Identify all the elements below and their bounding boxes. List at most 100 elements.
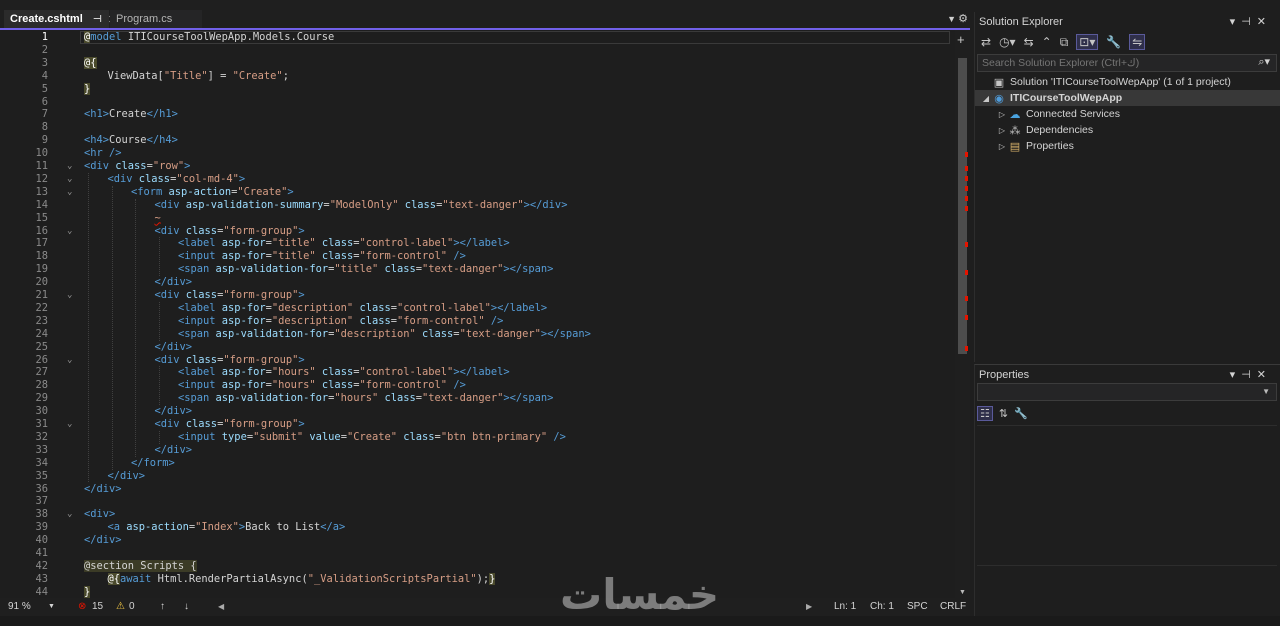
warning-icon[interactable]: ⚠ <box>116 601 125 612</box>
categorized-view-icon[interactable]: ☷ <box>977 405 993 421</box>
error-marker[interactable] <box>965 196 968 201</box>
properties-wrench-icon[interactable]: 🔧 <box>1106 35 1121 49</box>
panel-window-controls[interactable]: ▾⊣✕ <box>1230 368 1272 381</box>
error-marker[interactable] <box>965 176 968 181</box>
tab-program-cs[interactable]: Program.cs <box>110 10 202 28</box>
hot-reload-icon[interactable]: ⇋ <box>1129 34 1146 50</box>
sync-with-document-icon[interactable]: ⇆ <box>1024 35 1034 49</box>
tree-item[interactable]: ▣ Solution 'ITICourseToolWepApp' (1 of 1 … <box>975 74 1280 90</box>
error-icon[interactable]: ⊗ <box>78 601 86 612</box>
code-line[interactable]: 40 </div> <box>0 534 955 547</box>
zoom-dropdown-icon[interactable]: ▼ <box>48 603 55 610</box>
pending-changes-filter-icon[interactable]: ◷▾ <box>999 35 1016 49</box>
line-indicator[interactable]: Ln: 1 <box>834 601 856 612</box>
code-line[interactable]: 10 <hr /> <box>0 147 955 160</box>
code-line[interactable]: 15 ~ <box>0 212 955 225</box>
collapsed-arrow-icon[interactable]: ▷ <box>997 126 1007 135</box>
split-add-icon[interactable]: + <box>957 32 965 47</box>
column-indicator[interactable]: Ch: 1 <box>870 601 894 612</box>
tree-item[interactable]: ▷ ☁ Connected Services <box>975 106 1280 122</box>
error-marker[interactable] <box>965 166 968 171</box>
settings-gear-icon[interactable]: ⚙ <box>958 12 968 25</box>
code-line[interactable]: 42 @section Scripts { <box>0 559 955 573</box>
code-line[interactable]: 29 <span asp-validation-for="hours" class… <box>0 392 955 405</box>
code-line[interactable]: 6 <box>0 96 955 109</box>
next-issue-arrow-icon[interactable]: ↓ <box>184 601 189 612</box>
alphabetical-view-icon[interactable]: ⇅ <box>999 407 1008 420</box>
previous-issue-arrow-icon[interactable]: ↑ <box>160 601 165 612</box>
code-line[interactable]: 16 ⌄ <div class="form-group"> <box>0 225 955 238</box>
code-line[interactable]: 14 <div asp-validation-summary="ModelOnly… <box>0 199 955 212</box>
properties-object-dropdown[interactable]: ▼ <box>977 383 1277 401</box>
zoom-level[interactable]: 91 % <box>8 601 31 612</box>
code-line[interactable]: 25 </div> <box>0 341 955 354</box>
scroll-right-arrow-icon[interactable]: ▶ <box>806 602 812 611</box>
error-marker[interactable] <box>965 296 968 301</box>
code-line[interactable]: 33 </div> <box>0 444 955 457</box>
code-line[interactable]: 7 <h1>Create</h1> <box>0 108 955 121</box>
code-line[interactable]: 26 ⌄ <div class="form-group"> <box>0 354 955 367</box>
error-marker[interactable] <box>965 206 968 211</box>
code-line[interactable]: 4 ViewData["Title"] = "Create"; <box>0 70 955 83</box>
fold-toggle-icon[interactable]: ⌄ <box>67 508 72 521</box>
error-marker[interactable] <box>965 186 968 191</box>
fold-toggle-icon[interactable]: ⌄ <box>67 225 72 238</box>
tab-overflow-dropdown-icon[interactable]: ▼ <box>947 14 956 24</box>
code-line[interactable]: 22 <label asp-for="description" class="co… <box>0 302 955 315</box>
code-line[interactable]: 38 ⌄ <div> <box>0 508 955 521</box>
error-marker[interactable] <box>965 270 968 275</box>
error-marker[interactable] <box>965 152 968 157</box>
solution-search-input[interactable] <box>977 54 1277 72</box>
search-icon[interactable]: ⌕▾ <box>1258 55 1270 69</box>
whitespace-indicator[interactable]: SPC <box>907 601 928 612</box>
code-line[interactable]: 9 <h4>Course</h4> <box>0 134 955 147</box>
warning-count[interactable]: 0 <box>129 601 135 612</box>
code-line[interactable]: 11 ⌄ <div class="row"> <box>0 160 955 173</box>
fold-toggle-icon[interactable]: ⌄ <box>67 160 72 173</box>
tab-create-cshtml[interactable]: Create.cshtml ⊣ ✕ <box>4 10 117 28</box>
property-grid[interactable] <box>977 425 1277 565</box>
collapsed-arrow-icon[interactable]: ▷ <box>997 142 1007 151</box>
line-ending-indicator[interactable]: CRLF <box>940 601 966 612</box>
fold-toggle-icon[interactable]: ⌄ <box>67 354 72 367</box>
expanded-arrow-icon[interactable]: ◢ <box>981 94 991 103</box>
code-line[interactable]: 36 </div> <box>0 483 955 496</box>
collapsed-arrow-icon[interactable]: ▷ <box>997 110 1007 119</box>
code-line[interactable]: 34 </form> <box>0 457 955 470</box>
panel-window-controls[interactable]: ▾⊣✕ <box>1230 15 1272 28</box>
switch-views-icon[interactable]: ⇄ <box>981 35 991 49</box>
code-line[interactable]: 21 ⌄ <div class="form-group"> <box>0 289 955 302</box>
tree-item[interactable]: ▷ ⁂ Dependencies <box>975 122 1280 138</box>
code-line[interactable]: 31 ⌄ <div class="form-group"> <box>0 418 955 431</box>
chevron-down-icon[interactable]: ▼ <box>1262 387 1270 396</box>
code-line[interactable]: 41 <box>0 547 955 560</box>
code-line[interactable]: 37 <box>0 495 955 508</box>
code-line[interactable]: 23 <input asp-for="description" class="fo… <box>0 315 955 328</box>
code-line[interactable]: 1 @model ITICourseToolWepApp.Models.Cours… <box>0 31 955 44</box>
error-marker[interactable] <box>965 346 968 351</box>
code-line[interactable]: 35 </div> <box>0 470 955 483</box>
code-editor[interactable]: Create.cshtml ⊣ ✕ Program.cs ▼ ⚙ 1 @model… <box>0 0 970 626</box>
code-line[interactable]: 44} <box>0 585 955 598</box>
tree-item[interactable]: ▷ ▤ Properties <box>975 138 1280 154</box>
code-line[interactable]: 24 <span asp-validation-for="description"… <box>0 328 955 341</box>
fold-toggle-icon[interactable]: ⌄ <box>67 289 72 302</box>
scroll-left-arrow-icon[interactable]: ◀ <box>218 602 224 611</box>
code-line[interactable]: 3 @{ <box>0 56 955 70</box>
code-line[interactable]: 13 ⌄ <form asp-action="Create"> <box>0 186 955 199</box>
code-line[interactable]: 5} <box>0 82 955 96</box>
code-line[interactable]: 18 <input asp-for="title" class="form-con… <box>0 250 955 263</box>
preview-selected-items-icon[interactable]: ⊡▾ <box>1076 34 1099 50</box>
fold-toggle-icon[interactable]: ⌄ <box>67 173 72 186</box>
code-line[interactable]: 27 <label asp-for="hours" class="control-… <box>0 366 955 379</box>
code-line[interactable]: 20 </div> <box>0 276 955 289</box>
code-line[interactable]: 19 <span asp-validation-for="title" class… <box>0 263 955 276</box>
fold-toggle-icon[interactable]: ⌄ <box>67 186 72 199</box>
code-line[interactable]: 39 <a asp-action="Index">Back to List</a> <box>0 521 955 534</box>
code-line[interactable]: 2 <box>0 44 955 57</box>
error-marker[interactable] <box>965 315 968 320</box>
vertical-scrollbar[interactable]: + ▼ <box>955 30 970 598</box>
code-line[interactable]: 30 </div> <box>0 405 955 418</box>
error-marker[interactable] <box>965 242 968 247</box>
collapse-all-icon[interactable]: ⌃ <box>1042 35 1052 49</box>
